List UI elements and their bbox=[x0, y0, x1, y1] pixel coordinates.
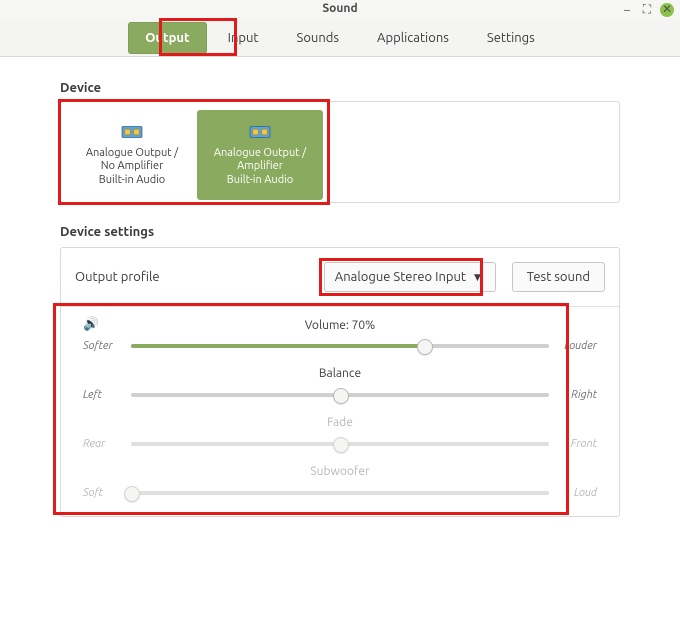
fade-slider bbox=[131, 435, 549, 453]
balance-left-label: Left bbox=[83, 389, 123, 401]
volume-label: Volume: 70% bbox=[305, 319, 376, 332]
device-card-line2: Amplifier bbox=[237, 160, 283, 173]
fade-right-label: Front bbox=[557, 438, 597, 450]
titlebar: Sound – ⛶ ✕ bbox=[0, 0, 680, 20]
fade-left-label: Rear bbox=[83, 438, 123, 450]
audio-card-icon bbox=[249, 123, 271, 141]
tab-sounds[interactable]: Sounds bbox=[280, 22, 357, 54]
close-icon[interactable]: ✕ bbox=[660, 3, 674, 17]
subwoofer-slider bbox=[131, 484, 549, 502]
balance-slider[interactable] bbox=[131, 386, 549, 404]
tab-settings[interactable]: Settings bbox=[470, 22, 552, 54]
test-sound-button[interactable]: Test sound bbox=[512, 262, 605, 292]
audio-card-icon bbox=[121, 123, 143, 141]
output-profile-value: Analogue Stereo Input bbox=[335, 270, 466, 284]
tab-applications[interactable]: Applications bbox=[360, 22, 466, 54]
volume-left-label: Softer bbox=[83, 340, 123, 352]
subwoofer-right-label: Loud bbox=[557, 487, 597, 499]
device-card-line1: Analogue Output / bbox=[214, 147, 306, 160]
subwoofer-left-label: Soft bbox=[83, 487, 123, 499]
output-profile-dropdown[interactable]: Analogue Stereo Input ▼ bbox=[324, 262, 496, 292]
maximize-icon[interactable]: ⛶ bbox=[640, 3, 654, 17]
tabbar: Output Input Sounds Applications Setting… bbox=[0, 20, 680, 56]
device-card-line3: Built-in Audio bbox=[227, 174, 293, 187]
chevron-down-icon: ▼ bbox=[474, 272, 481, 283]
device-card-output-noamp[interactable]: Analogue Output / No Amplifier Built-in … bbox=[69, 110, 195, 200]
device-section-title: Device bbox=[60, 81, 620, 95]
balance-right-label: Right bbox=[557, 389, 597, 401]
device-settings-section-title: Device settings bbox=[60, 225, 620, 239]
balance-label: Balance bbox=[83, 367, 597, 380]
subwoofer-label: Subwoofer bbox=[83, 465, 597, 478]
volume-slider[interactable] bbox=[131, 337, 549, 355]
minimize-icon[interactable]: – bbox=[620, 3, 634, 17]
volume-right-label: Louder bbox=[557, 340, 597, 352]
tab-output[interactable]: Output bbox=[128, 22, 206, 54]
volume-icon: 🔊 bbox=[83, 317, 99, 332]
device-card-line1: Analogue Output / bbox=[86, 147, 178, 160]
window-title: Sound bbox=[0, 2, 680, 15]
output-profile-label: Output profile bbox=[75, 270, 324, 284]
device-card-output-amp[interactable]: Analogue Output / Amplifier Built-in Aud… bbox=[197, 110, 323, 200]
device-settings-panel: Output profile Analogue Stereo Input ▼ T… bbox=[60, 247, 620, 517]
device-panel: Analogue Output / No Amplifier Built-in … bbox=[60, 101, 620, 203]
tab-input[interactable]: Input bbox=[211, 22, 276, 54]
device-card-line3: Built-in Audio bbox=[99, 174, 165, 187]
device-card-line2: No Amplifier bbox=[101, 160, 164, 173]
fade-label: Fade bbox=[83, 416, 597, 429]
